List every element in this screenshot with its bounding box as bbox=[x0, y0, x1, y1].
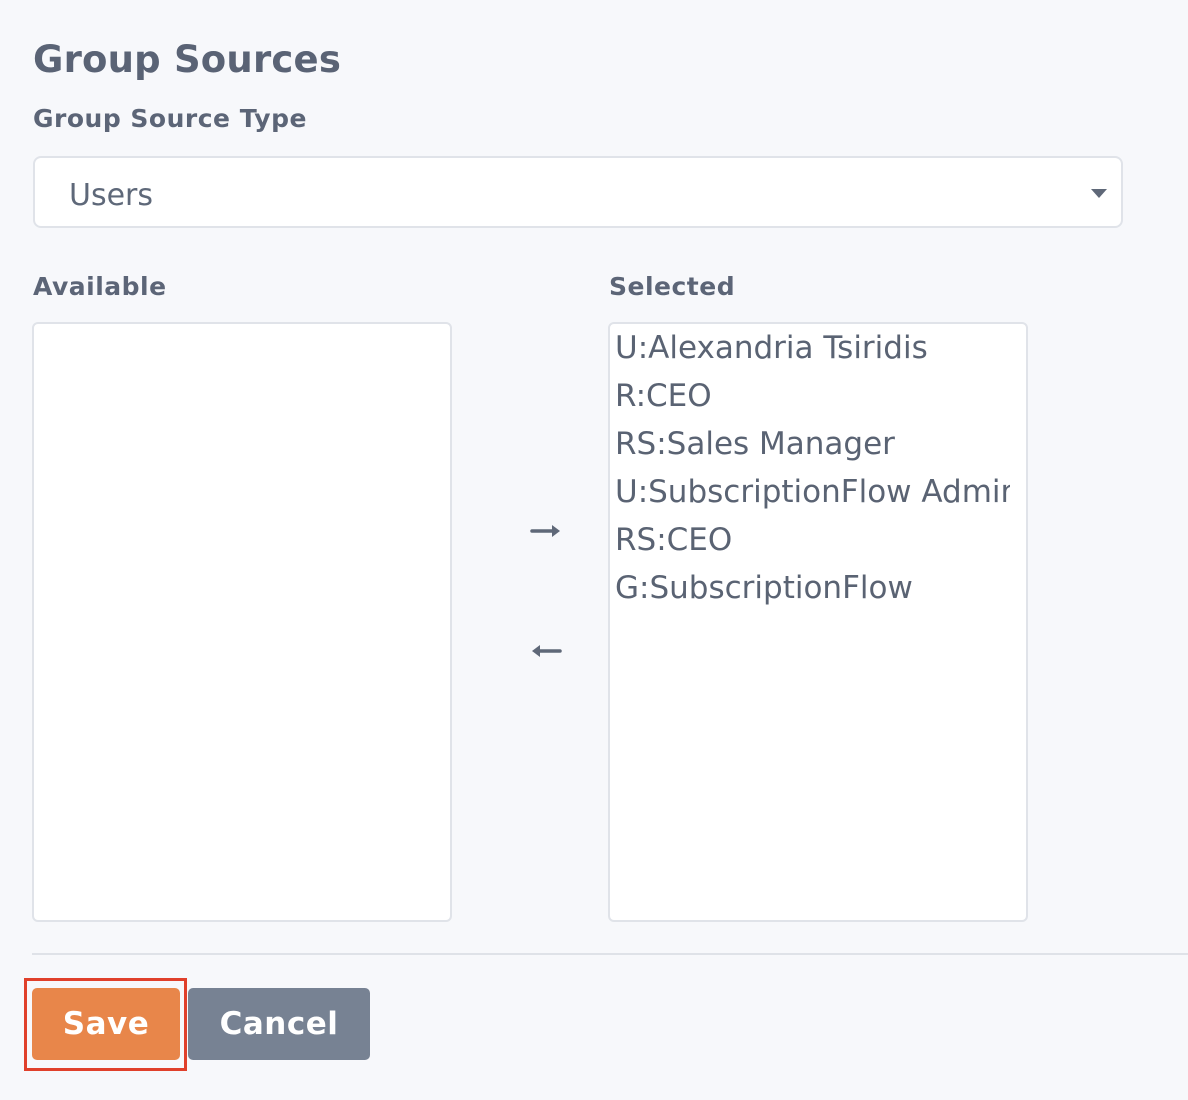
cancel-button[interactable]: Cancel bbox=[188, 988, 370, 1060]
list-item[interactable]: RS:CEO bbox=[615, 518, 1010, 562]
divider bbox=[32, 953, 1188, 955]
list-item[interactable]: R:CEO bbox=[615, 374, 1010, 418]
selected-label: Selected bbox=[609, 272, 736, 301]
page-title: Group Sources bbox=[33, 38, 342, 81]
arrow-left-icon bbox=[532, 645, 562, 657]
caret-down-icon bbox=[1091, 189, 1107, 198]
move-right-button[interactable] bbox=[526, 516, 566, 546]
save-button[interactable]: Save bbox=[32, 988, 180, 1060]
selected-listbox[interactable]: U:Alexandria Tsiridis R:CEO RS:Sales Man… bbox=[608, 322, 1028, 922]
available-listbox[interactable] bbox=[32, 322, 452, 922]
group-source-type-select[interactable]: Users bbox=[33, 156, 1123, 228]
list-item[interactable]: G:SubscriptionFlow bbox=[615, 566, 1010, 610]
select-value: Users bbox=[69, 178, 154, 213]
list-item[interactable]: U:Alexandria Tsiridis bbox=[615, 326, 1010, 370]
available-label: Available bbox=[33, 272, 167, 301]
move-left-button[interactable] bbox=[526, 636, 566, 666]
arrow-right-icon bbox=[530, 525, 560, 537]
list-item[interactable]: U:SubscriptionFlow Admin bbox=[615, 470, 1010, 514]
group-source-type-label: Group Source Type bbox=[33, 104, 307, 133]
list-item[interactable]: RS:Sales Manager bbox=[615, 422, 1010, 466]
